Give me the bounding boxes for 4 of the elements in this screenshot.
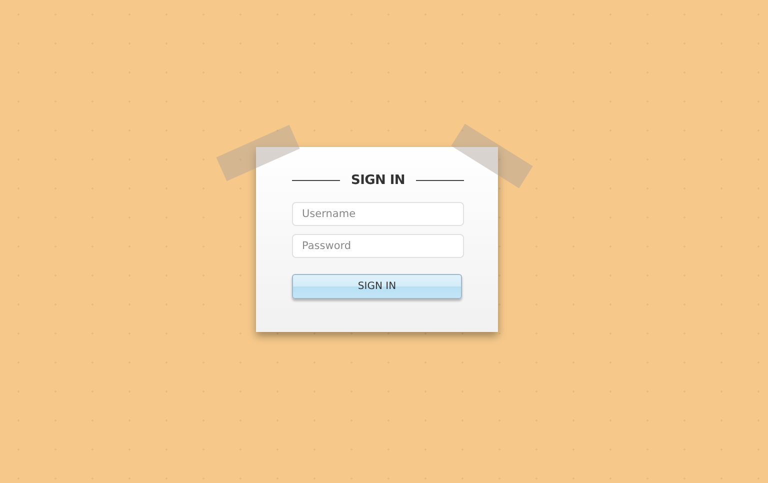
input-field[interactable]: Username [292,202,464,226]
input-field[interactable]: Password [292,234,464,258]
sign-in-button[interactable]: SIGN IN [292,274,462,299]
sign-in-title: SIGN IN [351,173,405,188]
